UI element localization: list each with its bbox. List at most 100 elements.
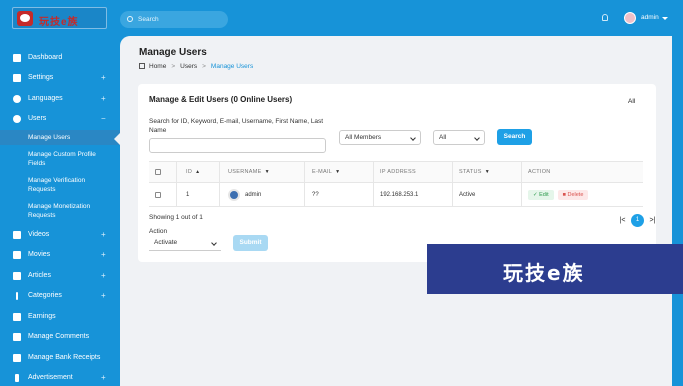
user-icon bbox=[13, 115, 21, 123]
sidebar-item-label: Articles bbox=[28, 272, 51, 279]
page-title: Manage Users bbox=[139, 47, 207, 58]
collapse-icon[interactable]: − bbox=[101, 114, 106, 123]
sidebar-item-manage-comments[interactable]: Manage Comments bbox=[0, 331, 120, 345]
bell-icon[interactable] bbox=[602, 14, 608, 21]
sidebar-item-earnings[interactable]: Earnings bbox=[0, 311, 120, 325]
sidebar-item-advertisement[interactable]: Advertisement + bbox=[0, 372, 120, 386]
sidebar: Dashboard Settings + Languages + Users −… bbox=[0, 36, 120, 386]
sidebar-subitem-verification-requests[interactable]: Manage Verification Requests bbox=[0, 176, 120, 196]
sidebar-item-label: Manage Comments bbox=[28, 333, 90, 340]
expand-icon[interactable]: + bbox=[101, 230, 106, 239]
sidebar-subitem-monetization-requests[interactable]: Manage Monetization Requests bbox=[0, 202, 120, 222]
user-name[interactable]: admin bbox=[641, 14, 659, 21]
chevron-down-icon[interactable] bbox=[662, 17, 668, 20]
users-card: Manage & Edit Users (0 Online Users) All… bbox=[138, 84, 656, 262]
cell-status: Active bbox=[459, 191, 476, 198]
sidebar-item-users[interactable]: Users − bbox=[0, 113, 120, 127]
sidebar-item-manage-bank-receipts[interactable]: Manage Bank Receipts bbox=[0, 352, 120, 366]
cell-ip: 192.168.253.1 bbox=[380, 191, 419, 198]
members-select[interactable]: All Members bbox=[339, 130, 421, 145]
column-divider bbox=[219, 162, 220, 182]
column-divider bbox=[452, 162, 453, 182]
header-id-label: ID bbox=[186, 169, 193, 175]
sidebar-item-videos[interactable]: Videos + bbox=[0, 229, 120, 243]
sidebar-item-label: Categories bbox=[28, 292, 62, 299]
article-icon bbox=[13, 272, 21, 280]
sidebar-item-label: Languages bbox=[28, 95, 63, 102]
all-filter[interactable]: All bbox=[628, 98, 635, 105]
expand-icon[interactable]: + bbox=[101, 73, 106, 82]
header-ip: IP ADDRESS bbox=[380, 162, 416, 182]
sort-icon: ▼ bbox=[264, 169, 270, 175]
last-page-button[interactable]: >| bbox=[646, 214, 659, 227]
select-all-checkbox[interactable] bbox=[155, 169, 161, 175]
cell-id: 1 bbox=[186, 191, 190, 198]
chevron-right-icon: > bbox=[202, 63, 206, 70]
sidebar-item-label: Earnings bbox=[28, 313, 56, 320]
breadcrumb-home[interactable]: Home bbox=[149, 63, 166, 70]
column-divider bbox=[176, 183, 177, 206]
sidebar-item-label: Settings bbox=[28, 74, 54, 81]
header-status[interactable]: STATUS ▼ bbox=[459, 162, 490, 182]
action-select[interactable]: Activate bbox=[149, 236, 221, 251]
submit-button[interactable]: Submit bbox=[233, 235, 268, 251]
sidebar-item-label: Videos bbox=[28, 231, 50, 238]
top-bar: 玩技e族 Search admin bbox=[0, 0, 683, 36]
expand-icon[interactable]: + bbox=[101, 291, 106, 300]
expand-icon[interactable]: + bbox=[101, 373, 106, 382]
sort-icon: ▲ bbox=[195, 169, 201, 175]
delete-button[interactable]: ■ Delete bbox=[557, 189, 589, 200]
edit-button[interactable]: ✓ Edit bbox=[528, 189, 554, 200]
money-icon bbox=[13, 313, 21, 321]
action-label: Action bbox=[149, 228, 168, 235]
video-icon bbox=[13, 231, 21, 239]
breadcrumb: Home > Users > Manage Users bbox=[139, 63, 253, 70]
sidebar-item-articles[interactable]: Articles + bbox=[0, 270, 120, 284]
comment-icon bbox=[13, 333, 21, 341]
expand-icon[interactable]: + bbox=[101, 271, 106, 280]
sidebar-item-settings[interactable]: Settings + bbox=[0, 72, 120, 86]
main-content: Manage Users Home > Users > Manage Users Man… bbox=[120, 36, 672, 386]
status-select[interactable]: All bbox=[433, 130, 485, 145]
avatar[interactable] bbox=[624, 12, 636, 24]
site-logo[interactable]: 玩技e族 bbox=[12, 7, 107, 29]
search-placeholder: Search bbox=[138, 16, 159, 23]
header-username[interactable]: USERNAME ▼ bbox=[228, 162, 270, 182]
globe-icon bbox=[13, 95, 21, 103]
sidebar-subitem-manage-users[interactable]: Manage Users bbox=[0, 130, 120, 145]
column-divider bbox=[373, 183, 374, 206]
header-action-label: ACTION bbox=[528, 169, 551, 175]
search-button[interactable]: Search bbox=[497, 129, 532, 145]
expand-icon[interactable]: + bbox=[101, 250, 106, 259]
sidebar-item-categories[interactable]: Categories + bbox=[0, 290, 120, 304]
sidebar-item-languages[interactable]: Languages + bbox=[0, 93, 120, 107]
user-search-input[interactable] bbox=[149, 138, 326, 153]
showing-count: Showing 1 out of 1 bbox=[149, 214, 203, 221]
column-divider bbox=[373, 162, 374, 182]
sidebar-item-movies[interactable]: Movies + bbox=[0, 249, 120, 263]
first-page-button[interactable]: |< bbox=[616, 214, 629, 227]
cell-username[interactable]: admin bbox=[228, 183, 261, 206]
status-select-value: All bbox=[439, 134, 447, 141]
search-input[interactable]: Search bbox=[120, 11, 228, 28]
breadcrumb-users[interactable]: Users bbox=[180, 63, 197, 70]
dots-icon bbox=[16, 292, 18, 300]
sidebar-item-label: Users bbox=[28, 115, 47, 122]
sidebar-subitem-label: Manage Monetization Requests bbox=[28, 203, 91, 219]
expand-icon[interactable]: + bbox=[101, 94, 106, 103]
header-id[interactable]: ID ▲ bbox=[186, 162, 200, 182]
delete-label: Delete bbox=[567, 191, 584, 198]
pagination: |< 1 >| bbox=[614, 213, 659, 227]
sidebar-item-dashboard[interactable]: Dashboard bbox=[0, 52, 120, 66]
row-checkbox[interactable] bbox=[155, 191, 161, 198]
sidebar-subitem-custom-profile-fields[interactable]: Manage Custom Profile Fields bbox=[0, 150, 120, 170]
card-title: Manage & Edit Users (0 Online Users) bbox=[149, 95, 293, 104]
page-button-current[interactable]: 1 bbox=[631, 213, 644, 227]
home-icon[interactable] bbox=[139, 63, 145, 69]
column-divider bbox=[304, 183, 305, 206]
table-row: 1 admin ?? 192.168.253.1 Active ✓ Edit ■… bbox=[149, 183, 643, 207]
breadcrumb-current: Manage Users bbox=[210, 63, 254, 70]
header-email[interactable]: E-MAIL ▼ bbox=[312, 162, 340, 182]
sort-icon: ▼ bbox=[484, 169, 490, 175]
watermark-text: 玩技e族 bbox=[503, 261, 585, 285]
